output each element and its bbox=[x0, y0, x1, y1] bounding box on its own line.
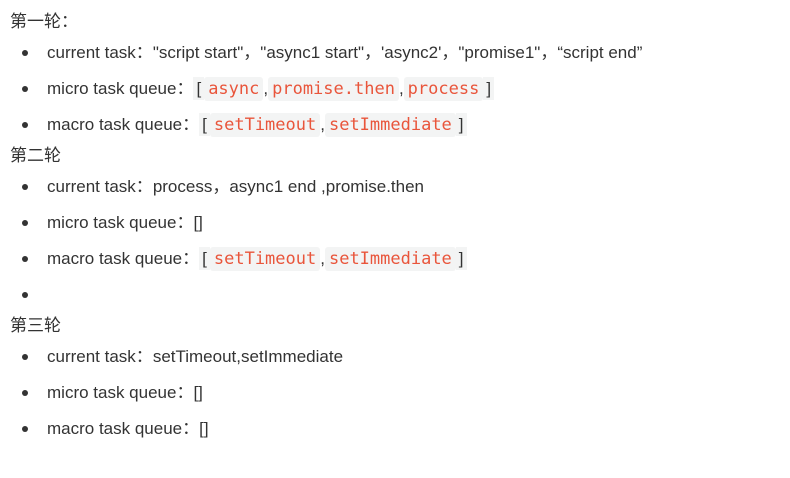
macro-queue-label: macro task queue： bbox=[47, 115, 200, 134]
round-1-heading: 第一轮： bbox=[10, 12, 78, 32]
document: 第一轮： current task："script start"，"async1… bbox=[0, 0, 790, 478]
code-setimmediate: setImmediate bbox=[324, 113, 456, 137]
round-3-list: current task：setTimeout,setImmediate mic… bbox=[10, 339, 790, 447]
macro-queue-value: [] bbox=[199, 419, 209, 438]
micro-queue-label: micro task queue： bbox=[47, 213, 194, 232]
code-setimmediate: setImmediate bbox=[324, 247, 456, 271]
round-2-macro-queue: macro task queue：[setTimeout, setImmediat… bbox=[10, 241, 790, 277]
empty-list-item bbox=[10, 277, 790, 313]
open-bracket: [ bbox=[193, 77, 205, 100]
round-2-current-task: current task：process，async1 end ,promise… bbox=[10, 169, 790, 205]
current-task-label: current task： bbox=[47, 347, 153, 366]
bullet-icon bbox=[22, 292, 28, 298]
round-3-micro-queue: micro task queue：[] bbox=[10, 375, 790, 411]
current-task-value: process，async1 end ,promise.then bbox=[152, 177, 425, 196]
bullet-icon bbox=[22, 354, 28, 360]
bullet-icon bbox=[22, 220, 28, 226]
code-settimeout: setTimeout bbox=[209, 247, 321, 271]
round-1-current-task: current task："script start"，"async1 star… bbox=[10, 35, 790, 71]
code-promise-then: promise.then bbox=[268, 77, 399, 101]
bullet-icon bbox=[22, 50, 28, 56]
macro-queue-label: macro task queue： bbox=[47, 419, 200, 438]
code-async: async bbox=[204, 77, 264, 101]
micro-queue-value: [] bbox=[193, 213, 203, 232]
round-1-list: current task："script start"，"async1 star… bbox=[10, 35, 790, 143]
round-3-heading: 第三轮 bbox=[10, 316, 61, 336]
close-bracket: ] bbox=[455, 247, 467, 270]
current-task-label: current task： bbox=[47, 177, 153, 196]
bullet-icon bbox=[22, 86, 28, 92]
round-3-macro-queue: macro task queue：[] bbox=[10, 411, 790, 447]
bullet-icon bbox=[22, 390, 28, 396]
bullet-icon bbox=[22, 122, 28, 128]
micro-queue-label: micro task queue： bbox=[47, 79, 194, 98]
bullet-icon bbox=[22, 184, 28, 190]
round-2-micro-queue: micro task queue：[] bbox=[10, 205, 790, 241]
current-task-value: setTimeout,setImmediate bbox=[152, 347, 344, 366]
round-2-list: current task：process，async1 end ,promise… bbox=[10, 169, 790, 313]
bullet-icon bbox=[22, 426, 28, 432]
round-2-heading: 第二轮 bbox=[10, 146, 61, 166]
bullet-icon bbox=[22, 256, 28, 262]
code-settimeout: setTimeout bbox=[209, 113, 321, 137]
micro-queue-value: [] bbox=[193, 383, 203, 402]
micro-queue-label: micro task queue： bbox=[47, 383, 194, 402]
open-bracket: [ bbox=[199, 113, 210, 136]
round-1-micro-queue: micro task queue：[async, promise.then, pro… bbox=[10, 71, 790, 107]
round-3-current-task: current task：setTimeout,setImmediate bbox=[10, 339, 790, 375]
macro-queue-label: macro task queue： bbox=[47, 249, 200, 268]
open-bracket: [ bbox=[199, 247, 210, 270]
round-1-macro-queue: macro task queue：[setTimeout, setImmediat… bbox=[10, 107, 790, 143]
separator: , bbox=[398, 79, 404, 98]
close-bracket: ] bbox=[483, 77, 495, 100]
current-task-label: current task： bbox=[47, 43, 153, 62]
code-process: process bbox=[403, 77, 484, 101]
current-task-value: "script start"，"async1 start"，'async2'，"… bbox=[152, 43, 643, 62]
close-bracket: ] bbox=[455, 113, 467, 136]
